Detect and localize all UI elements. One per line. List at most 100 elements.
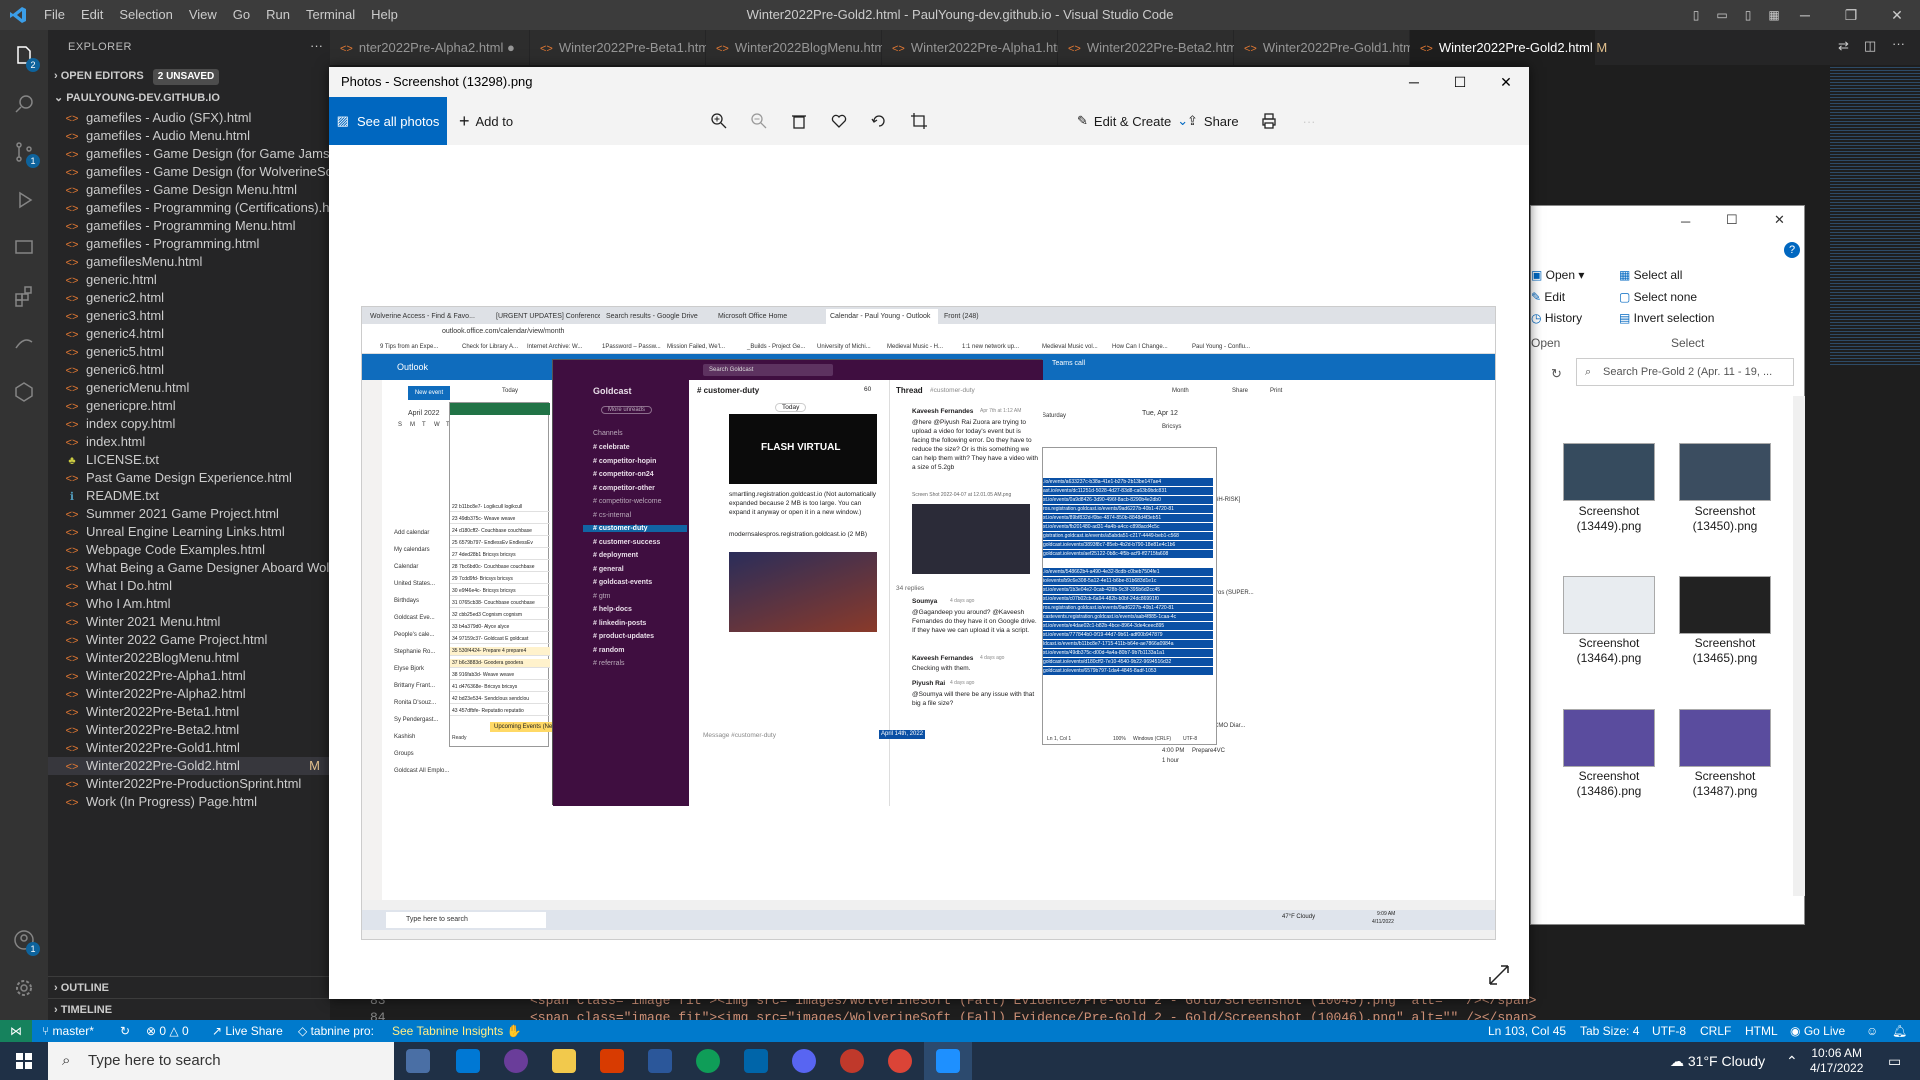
encoding[interactable]: UTF-8 — [1652, 1020, 1686, 1042]
file-item[interactable]: <> Winter 2022 Game Project.html — [48, 631, 330, 649]
discord-app-icon[interactable] — [780, 1042, 828, 1080]
add-to-button[interactable]: + Add to — [459, 97, 513, 145]
rotate-icon[interactable] — [859, 97, 899, 145]
notifications-bell-icon[interactable]: 🔔︎ — [1892, 1020, 1907, 1042]
close-icon[interactable]: ✕ — [1774, 212, 1785, 228]
remote-indicator-icon[interactable]: ⋈ — [0, 1020, 32, 1042]
thumbnail-image[interactable] — [1563, 443, 1655, 501]
select-none-button[interactable]: ▢ Select none — [1619, 290, 1697, 304]
scrollbar[interactable] — [1793, 396, 1805, 896]
tabnine-icon[interactable] — [0, 368, 48, 416]
repo-section[interactable]: ⌄ PAULYOUNG-DEV.GITHUB.IO — [48, 87, 330, 109]
thumbnail-image[interactable] — [1563, 709, 1655, 767]
open-button[interactable]: ▣ Open ▾ — [1531, 268, 1584, 282]
office-app-icon[interactable] — [588, 1042, 636, 1080]
file-item[interactable]: <> Winter2022Pre-Gold2.html M — [48, 757, 330, 775]
taskbar-search-input[interactable]: ⌕ Type here to search — [48, 1042, 394, 1080]
thumbnail-label[interactable]: Screenshot (13449).png — [1549, 504, 1669, 534]
editor-tab[interactable]: <>Winter2022Pre-Beta1.html ● — [530, 30, 724, 65]
file-item[interactable]: <> genericpre.html — [48, 397, 330, 415]
outline-section[interactable]: › OUTLINE — [48, 976, 330, 998]
editor-tab[interactable]: <> Winter2022Pre-Beta2.html — [1058, 30, 1240, 65]
close-icon[interactable]: ✕ — [1874, 0, 1920, 30]
zoom-in-icon[interactable] — [699, 97, 739, 145]
notifications-icon[interactable]: ▭ — [1888, 1042, 1901, 1080]
menu-edit[interactable]: Edit — [73, 0, 111, 30]
file-item[interactable]: <> gamefiles - Programming.html — [48, 235, 330, 253]
photos-app-icon[interactable] — [924, 1042, 972, 1080]
thumbnail-image[interactable] — [1563, 576, 1655, 634]
menu-go[interactable]: Go — [225, 0, 258, 30]
file-explorer-app-icon[interactable] — [540, 1042, 588, 1080]
timeline-section[interactable]: › TIMELINE — [48, 998, 330, 1020]
vscode-app-icon[interactable] — [732, 1042, 780, 1080]
tab-size[interactable]: Tab Size: 4 — [1580, 1020, 1639, 1042]
live-share-button[interactable]: ↗ Live Share — [212, 1020, 283, 1042]
search-icon[interactable] — [0, 80, 48, 128]
toggle-secondary-sidebar-icon[interactable]: ▯ — [1736, 0, 1760, 30]
tabnine-status[interactable]: ◇ tabnine pro: — [298, 1020, 374, 1042]
menu-terminal[interactable]: Terminal — [298, 0, 363, 30]
file-item[interactable]: <> index copy.html — [48, 415, 330, 433]
extensions-icon[interactable] — [0, 272, 48, 320]
file-item[interactable]: <> Summer 2021 Game Project.html — [48, 505, 330, 523]
perforce-app-icon[interactable] — [828, 1042, 876, 1080]
photo-canvas[interactable]: Wolverine Access - Find & Favo... [URGEN… — [329, 145, 1529, 999]
file-item[interactable]: <> gamefiles - Game Design Menu.html — [48, 181, 330, 199]
file-item[interactable]: <> gamefiles - Audio (SFX).html — [48, 109, 330, 127]
go-live-button[interactable]: ◉ Go Live — [1790, 1020, 1845, 1042]
accounts-icon[interactable]: 1 — [0, 916, 48, 964]
file-item[interactable]: <> gamefiles - Programming Menu.html — [48, 217, 330, 235]
file-item[interactable]: <> generic6.html — [48, 361, 330, 379]
file-item[interactable]: <> What Being a Game Designer Aboard Wolv… — [48, 559, 330, 577]
file-item[interactable]: <> Winter2022Pre-Beta1.html — [48, 703, 330, 721]
eol[interactable]: CRLF — [1700, 1020, 1731, 1042]
cursor-position[interactable]: Ln 103, Col 45 — [1488, 1020, 1566, 1042]
file-item[interactable]: <> Work (In Progress) Page.html — [48, 793, 330, 811]
file-item[interactable]: <> What I Do.html — [48, 577, 330, 595]
favorite-heart-icon[interactable] — [819, 97, 859, 145]
explorer-icon[interactable]: 2 — [0, 32, 48, 80]
zoom-out-icon[interactable] — [739, 97, 779, 145]
thumbnail-label[interactable]: Screenshot (13450).png — [1665, 504, 1785, 534]
editor-tab-active[interactable]: <> Winter2022Pre-Gold2.html M — [1410, 30, 1607, 65]
clock[interactable]: 10:06 AM 4/17/2022 — [1810, 1042, 1863, 1080]
close-icon[interactable]: ✕ — [1483, 67, 1529, 97]
sync-icon[interactable]: ↻ — [120, 1020, 130, 1042]
menu-file[interactable]: File — [36, 0, 73, 30]
delete-icon[interactable] — [779, 97, 819, 145]
file-item[interactable]: <> gamefiles - Audio Menu.html — [48, 127, 330, 145]
branch-indicator[interactable]: ⑂ master* — [42, 1020, 94, 1042]
history-button[interactable]: ◷ History — [1531, 311, 1582, 325]
source-control-icon[interactable]: 1 — [0, 128, 48, 176]
weather-widget[interactable]: ☁ 31°F Cloudy — [1670, 1042, 1765, 1080]
file-item[interactable]: <> Winter2022Pre-ProductionSprint.html — [48, 775, 330, 793]
feedback-icon[interactable]: ☺ — [1866, 1020, 1878, 1042]
file-item[interactable]: <> generic4.html — [48, 325, 330, 343]
file-item[interactable]: <> genericMenu.html — [48, 379, 330, 397]
expand-icon[interactable] — [1487, 963, 1511, 987]
menu-view[interactable]: View — [181, 0, 225, 30]
minimize-icon[interactable]: ─ — [1681, 214, 1690, 229]
file-item[interactable]: <> Past Game Design Experience.html — [48, 469, 330, 487]
windows-start-icon[interactable] — [0, 1042, 48, 1080]
crop-icon[interactable] — [899, 97, 939, 145]
live-share-icon[interactable] — [0, 320, 48, 368]
thumbnail-label[interactable]: Screenshot (13465).png — [1665, 636, 1785, 666]
thumbnail-image[interactable] — [1679, 576, 1771, 634]
file-item[interactable]: <> generic2.html — [48, 289, 330, 307]
open-changes-icon[interactable]: ⇄ — [1838, 38, 1849, 54]
editor-tab[interactable]: <> Winter2022BlogMenu.html — [706, 30, 888, 65]
see-all-photos-button[interactable]: ▨ See all photos — [329, 97, 447, 145]
show-hidden-icons-icon[interactable]: ⌃ — [1786, 1042, 1798, 1080]
file-item[interactable]: <> Winter 2021 Menu.html — [48, 613, 330, 631]
menu-help[interactable]: Help — [363, 0, 406, 30]
tabnine-insights-link[interactable]: See Tabnine Insights ✋ — [392, 1020, 522, 1042]
problems-indicator[interactable]: ⊗ 0 △ 0 — [146, 1020, 189, 1042]
file-item[interactable]: <> generic5.html — [48, 343, 330, 361]
task-view-icon[interactable] — [394, 1042, 442, 1080]
refresh-icon[interactable]: ↻ — [1551, 366, 1562, 382]
toggle-sidebar-icon[interactable]: ▯ — [1684, 0, 1708, 30]
file-item[interactable]: <> index.html — [48, 433, 330, 451]
file-item[interactable]: <> generic3.html — [48, 307, 330, 325]
